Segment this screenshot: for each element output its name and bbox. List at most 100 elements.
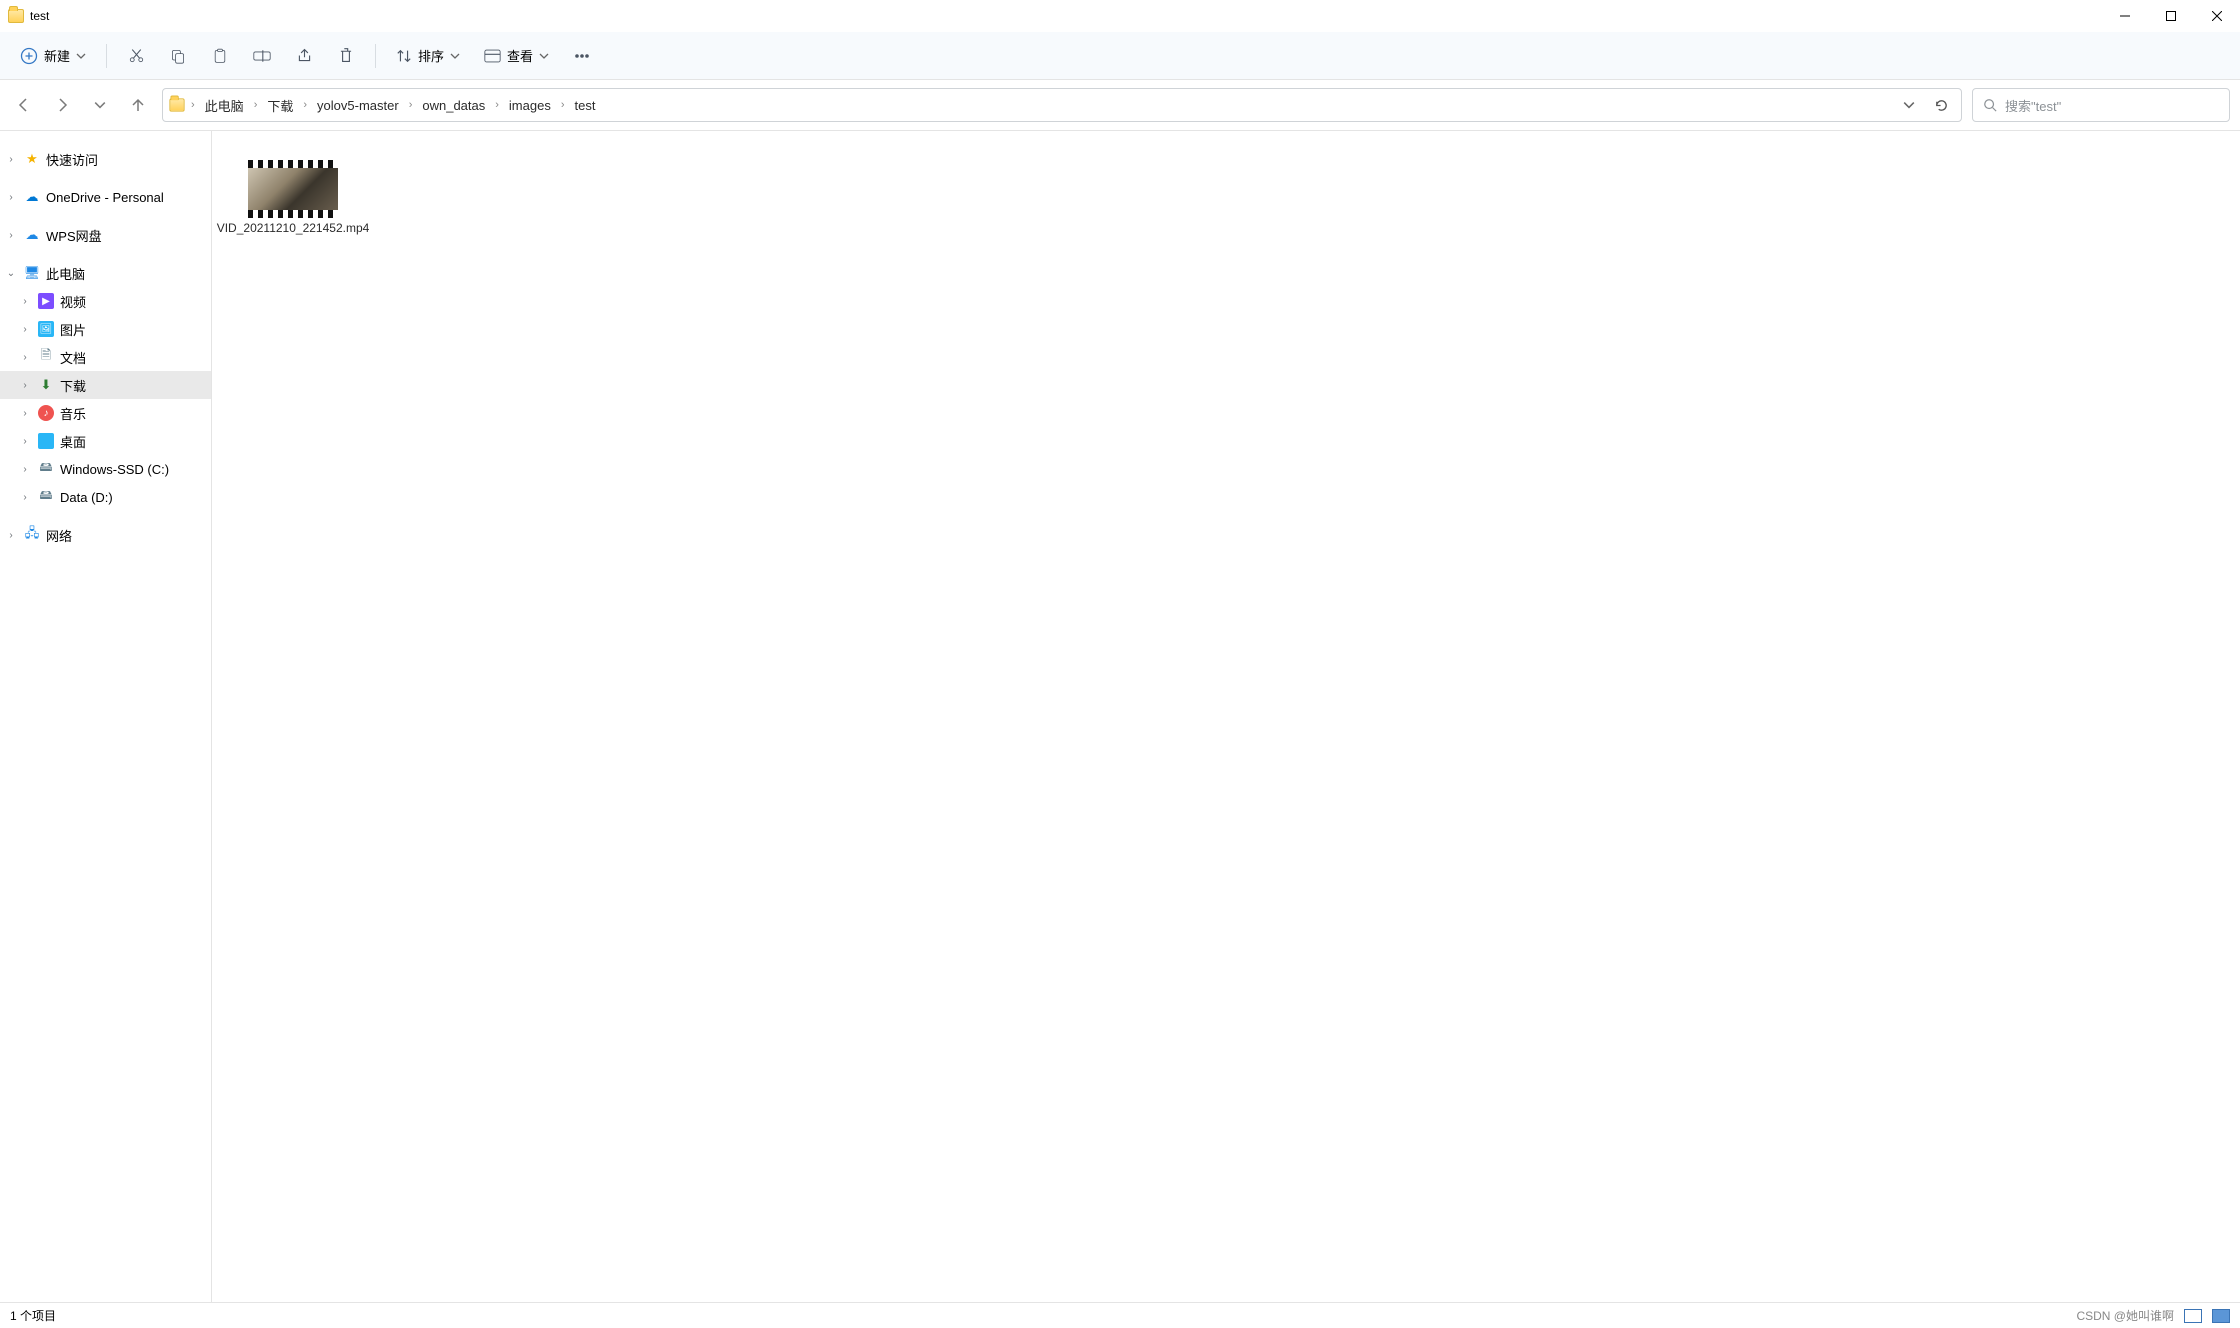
sort-icon (396, 48, 412, 64)
new-button-label: 新建 (44, 46, 70, 65)
share-button[interactable] (285, 39, 323, 73)
view-button-label: 查看 (507, 46, 533, 65)
separator (106, 44, 107, 68)
music-icon: ♪ (38, 405, 54, 421)
sidebar-item-label: 下载 (60, 376, 86, 395)
nav-tree: › ★ 快速访问 › ☁ OneDrive - Personal › ☁ WPS… (0, 131, 212, 1302)
copy-icon (170, 48, 186, 64)
sidebar-item-label: 此电脑 (46, 264, 85, 283)
file-pane[interactable]: VID_20211210_221452.mp4 (212, 131, 2240, 1302)
close-button[interactable] (2194, 0, 2240, 32)
star-icon: ★ (24, 151, 40, 167)
sidebar-item-label: 快速访问 (46, 150, 98, 169)
new-button[interactable]: 新建 (10, 40, 96, 71)
sidebar-item-documents[interactable]: › 🗎 文档 (0, 343, 211, 371)
download-icon: ⬇ (38, 377, 54, 393)
network-icon: 🖧 (24, 527, 40, 543)
status-bar: 1 个项目 CSDN @她叫谁啊 (0, 1302, 2240, 1328)
sidebar-item-this-pc[interactable]: ⌄ 🖥 此电脑 (0, 259, 211, 287)
sidebar-item-downloads[interactable]: › ⬇ 下载 (0, 371, 211, 399)
chevron-right-icon: › (252, 99, 260, 111)
refresh-button[interactable] (1927, 91, 1955, 119)
picture-icon: 🖼 (38, 321, 54, 337)
separator (375, 44, 376, 68)
chevron-right-icon: › (18, 464, 32, 475)
chevron-right-icon: › (4, 230, 18, 241)
search-placeholder: 搜索"test" (2005, 96, 2061, 115)
chevron-right-icon: › (301, 99, 309, 111)
sidebar-item-label: 网络 (46, 526, 72, 545)
sidebar-item-label: 文档 (60, 348, 86, 367)
drive-icon: 🖴 (38, 489, 54, 505)
copy-button[interactable] (159, 39, 197, 73)
chevron-right-icon: › (18, 436, 32, 447)
sidebar-item-pictures[interactable]: › 🖼 图片 (0, 315, 211, 343)
delete-button[interactable] (327, 39, 365, 73)
minimize-button[interactable] (2102, 0, 2148, 32)
folder-icon (169, 98, 184, 111)
cut-icon (128, 47, 145, 64)
chevron-right-icon: › (4, 192, 18, 203)
chevron-right-icon: › (493, 99, 501, 111)
sidebar-item-drive-d[interactable]: › 🖴 Data (D:) (0, 483, 211, 511)
sort-button[interactable]: 排序 (386, 40, 470, 71)
video-icon: ▶ (38, 293, 54, 309)
sidebar-item-label: 视频 (60, 292, 86, 311)
chevron-right-icon: › (559, 99, 567, 111)
desktop-icon (38, 433, 54, 449)
more-icon (574, 48, 590, 64)
sidebar-item-desktop[interactable]: › 桌面 (0, 427, 211, 455)
sidebar-item-network[interactable]: › 🖧 网络 (0, 521, 211, 549)
chevron-right-icon: › (18, 352, 32, 363)
view-thumbnails-button[interactable] (2212, 1309, 2230, 1323)
search-icon (1983, 98, 1997, 112)
view-details-button[interactable] (2184, 1309, 2202, 1323)
sidebar-item-label: OneDrive - Personal (46, 190, 164, 205)
breadcrumb-item[interactable]: 下载 (263, 94, 297, 117)
chevron-right-icon: › (4, 154, 18, 165)
file-item[interactable]: VID_20211210_221452.mp4 (238, 163, 348, 235)
sidebar-item-wps[interactable]: › ☁ WPS网盘 (0, 221, 211, 249)
sidebar-item-onedrive[interactable]: › ☁ OneDrive - Personal (0, 183, 211, 211)
sidebar-item-label: 桌面 (60, 432, 86, 451)
chevron-right-icon: › (18, 492, 32, 503)
sidebar-item-music[interactable]: › ♪ 音乐 (0, 399, 211, 427)
sidebar-item-quick-access[interactable]: › ★ 快速访问 (0, 145, 211, 173)
address-dropdown-button[interactable] (1895, 91, 1923, 119)
maximize-button[interactable] (2148, 0, 2194, 32)
breadcrumb-item[interactable]: test (571, 96, 600, 115)
chevron-right-icon: › (4, 530, 18, 541)
rename-button[interactable] (243, 39, 281, 73)
sidebar-item-videos[interactable]: › ▶ 视频 (0, 287, 211, 315)
back-button[interactable] (10, 91, 38, 119)
monitor-icon: 🖥 (24, 265, 40, 281)
view-button[interactable]: 查看 (474, 40, 559, 71)
chevron-down-icon (539, 51, 549, 61)
chevron-right-icon: › (18, 380, 32, 391)
breadcrumb-item[interactable]: 此电脑 (201, 94, 248, 117)
breadcrumb-item[interactable]: own_datas (418, 96, 489, 115)
document-icon: 🗎 (38, 349, 54, 365)
breadcrumb-item[interactable]: yolov5-master (313, 96, 403, 115)
cloud-icon: ☁ (24, 189, 40, 205)
window-title: test (30, 9, 49, 23)
cut-button[interactable] (117, 39, 155, 73)
item-count: 1 个项目 (10, 1307, 56, 1324)
watermark: CSDN @她叫谁啊 (2076, 1307, 2174, 1324)
paste-button[interactable] (201, 39, 239, 73)
up-button[interactable] (124, 91, 152, 119)
chevron-right-icon: › (18, 324, 32, 335)
search-input[interactable]: 搜索"test" (1972, 88, 2230, 122)
drive-icon: 🖴 (38, 461, 54, 477)
forward-button[interactable] (48, 91, 76, 119)
more-button[interactable] (563, 39, 601, 73)
address-row: › 此电脑 › 下载 › yolov5-master › own_datas ›… (0, 80, 2240, 131)
cloud-icon: ☁ (24, 227, 40, 243)
breadcrumb[interactable]: › 此电脑 › 下载 › yolov5-master › own_datas ›… (162, 88, 1962, 122)
paste-icon (212, 48, 228, 64)
chevron-right-icon: › (189, 99, 197, 111)
breadcrumb-item[interactable]: images (505, 96, 555, 115)
sidebar-item-drive-c[interactable]: › 🖴 Windows-SSD (C:) (0, 455, 211, 483)
recent-button[interactable] (86, 91, 114, 119)
delete-icon (338, 47, 354, 64)
